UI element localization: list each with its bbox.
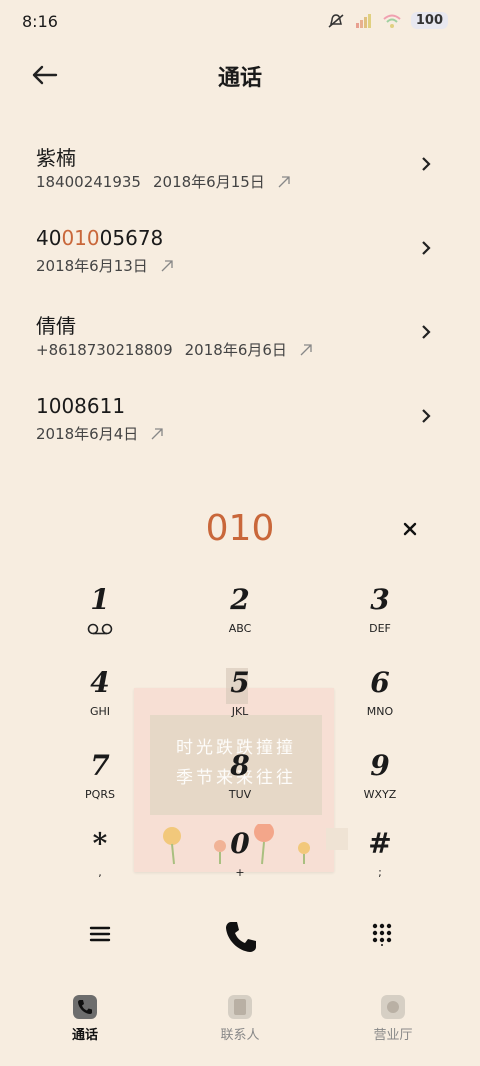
number-match-highlight: 010: [61, 226, 100, 250]
voicemail-icon: [87, 623, 113, 635]
phone-tab-icon: [73, 995, 97, 1019]
page-title: 通话: [217, 66, 262, 91]
key-letters: DEF: [369, 622, 391, 635]
key-digit: 4: [90, 666, 110, 699]
number-suffix: 05678: [99, 226, 164, 250]
call-meta: 18400241935 2018年6月15日: [36, 171, 291, 192]
number-prefix: 40: [36, 226, 62, 250]
key-5[interactable]: 5 JKL: [180, 663, 300, 743]
key-7[interactable]: 7 PQRS: [40, 746, 160, 826]
clear-input-button[interactable]: [398, 518, 422, 542]
call-log-item[interactable]: 1008611 2018年6月4日: [0, 376, 480, 460]
key-digit: 1: [90, 583, 110, 616]
tab-contacts[interactable]: 联系人: [180, 994, 300, 1043]
contact-number: 18400241935: [36, 172, 141, 191]
call-meta: 2018年6月4日: [36, 423, 164, 444]
dialpad-icon[interactable]: [370, 922, 394, 946]
key-3[interactable]: 3 DEF: [320, 580, 440, 660]
chevron-right-icon[interactable]: [420, 323, 432, 341]
key-digit: 9: [370, 749, 390, 782]
key-digit: 8: [230, 749, 250, 782]
battery-icon: 100: [410, 12, 448, 29]
key-digit: 3: [370, 583, 390, 616]
call-log-item[interactable]: 倩倩 +8618730218809 2018年6月6日: [0, 292, 480, 376]
contact-number: +8618730218809: [36, 340, 173, 359]
mute-icon: [328, 13, 344, 28]
key-digit: 2: [230, 583, 250, 616]
service-hall-tab-icon: [381, 995, 405, 1019]
key-letters: ;: [378, 866, 382, 879]
contact-name: 紫楠: [36, 146, 76, 170]
close-icon: [403, 522, 417, 536]
key-digit: *: [92, 827, 108, 860]
key-letters: ABC: [228, 622, 252, 635]
key-letters: TUV: [228, 788, 252, 801]
key-digit: 0: [230, 827, 250, 860]
contact-name: 1008611: [36, 394, 126, 418]
action-row: [0, 910, 480, 960]
outgoing-call-icon: [161, 259, 173, 271]
key-letters: PQRS: [85, 788, 115, 801]
contact-name: 4001005678: [36, 226, 163, 250]
key-4[interactable]: 4 GHI: [40, 663, 160, 743]
call-date: 2018年6月4日: [36, 425, 139, 443]
wifi-icon: [383, 14, 401, 28]
tab-service-hall[interactable]: 营业厅: [333, 994, 453, 1043]
key-letters: WXYZ: [363, 788, 397, 801]
chevron-right-icon[interactable]: [420, 239, 432, 257]
status-bar: 8:16 100: [0, 0, 480, 44]
signal-icon: [355, 13, 371, 28]
call-meta: 2018年6月13日: [36, 255, 174, 276]
call-date: 2018年6月6日: [184, 341, 287, 359]
call-log-item[interactable]: 紫楠 18400241935 2018年6月15日: [0, 124, 480, 208]
call-date: 2018年6月13日: [36, 257, 148, 275]
key-star[interactable]: * ,: [40, 824, 160, 904]
chevron-right-icon[interactable]: [420, 155, 432, 173]
key-letters: ,: [98, 866, 102, 879]
key-0[interactable]: 0 +: [180, 824, 300, 904]
tab-label: 通话: [71, 1028, 98, 1043]
key-letters: JKL: [231, 705, 249, 718]
key-1[interactable]: 1: [40, 580, 160, 660]
key-digit: 7: [90, 749, 110, 782]
header: 通话: [0, 56, 480, 96]
key-digit: 5: [230, 666, 250, 699]
key-9[interactable]: 9 WXYZ: [320, 746, 440, 826]
key-digit: 6: [370, 666, 390, 699]
key-pound[interactable]: # ;: [320, 824, 440, 904]
contact-name: 倩倩: [36, 314, 76, 338]
outgoing-call-icon: [300, 343, 312, 355]
call-meta: +8618730218809 2018年6月6日: [36, 339, 313, 360]
bottom-nav: 通话 联系人 营业厅: [0, 994, 480, 1054]
key-letters: GHI: [89, 705, 111, 718]
contacts-tab-icon: [228, 995, 252, 1019]
call-log-item[interactable]: 4001005678 2018年6月13日: [0, 208, 480, 292]
status-icons: 100: [327, 12, 448, 29]
tab-label: 营业厅: [373, 1028, 413, 1043]
phone-call-icon[interactable]: [222, 918, 260, 956]
tab-calls[interactable]: 通话: [25, 994, 145, 1043]
key-letters: +: [235, 866, 245, 879]
call-date: 2018年6月15日: [152, 173, 265, 191]
outgoing-call-icon: [278, 175, 290, 187]
outgoing-call-icon: [151, 427, 163, 439]
key-digit: #: [368, 827, 392, 860]
key-8[interactable]: 8 TUV: [180, 746, 300, 826]
chevron-right-icon[interactable]: [420, 407, 432, 425]
key-6[interactable]: 6 MNO: [320, 663, 440, 743]
status-time: 8:16: [22, 12, 58, 31]
key-letters: MNO: [366, 705, 394, 718]
call-list: 紫楠 18400241935 2018年6月15日 4001005678 201…: [0, 124, 480, 460]
menu-icon[interactable]: [88, 922, 112, 946]
key-2[interactable]: 2 ABC: [180, 580, 300, 660]
tab-label: 联系人: [220, 1028, 260, 1043]
